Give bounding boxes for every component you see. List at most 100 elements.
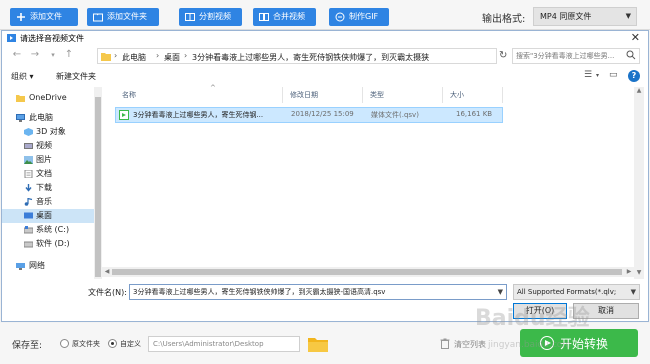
refresh-icon[interactable]: ↻	[499, 50, 507, 61]
nav-item-drive-c[interactable]: 系统 (C:)	[2, 223, 94, 237]
back-arrow-icon[interactable]: ←	[10, 48, 24, 62]
nav-item-downloads[interactable]: 下载	[2, 181, 94, 195]
folder-icon[interactable]	[308, 336, 328, 352]
nav-label: 视频	[36, 141, 52, 150]
column-header-type[interactable]: 类型	[370, 90, 384, 100]
nav-label: 下载	[36, 183, 52, 192]
open-file-dialog: 请选择音视频文件 ✕ ← → ▾ ↑ › 此电脑 › 桌面 › 3分钟看毒液上过…	[1, 30, 649, 322]
file-modified-cell: 2018/12/25 15:09	[291, 110, 354, 118]
media-file-icon	[119, 110, 129, 120]
filename-input[interactable]: 3分钟看毒液上过哪些男人，寄生死侍钢铁侠帅爆了，到灭霸太摄狭-国语高清.qsv …	[129, 284, 507, 300]
output-path-input[interactable]: C:\Users\Administrator\Desktop	[148, 336, 300, 352]
app-icon	[7, 34, 16, 42]
trash-icon[interactable]	[440, 338, 450, 349]
dialog-title: 请选择音视频文件	[20, 34, 84, 43]
view-options-icon[interactable]: ☰	[584, 70, 592, 80]
scroll-up-icon[interactable]: ▲	[634, 87, 644, 97]
breadcrumb-separator-icon: ›	[156, 51, 160, 60]
nav-label: 桌面	[36, 211, 52, 220]
output-path-value: C:\Users\Administrator\Desktop	[153, 340, 264, 348]
search-input[interactable]: 搜索"3分钟看毒液上过哪些男...	[512, 48, 640, 64]
chevron-down-icon[interactable]: ▾	[596, 72, 599, 79]
breadcrumb-desktop[interactable]: 桌面	[164, 52, 180, 63]
file-list-vertical-scrollbar[interactable]: ▲ ▼	[634, 87, 644, 279]
cloud-folder-icon	[16, 95, 25, 102]
chevron-down-icon[interactable]: ▼	[498, 285, 503, 299]
network-icon	[16, 263, 25, 270]
nav-item-documents[interactable]: 文档	[2, 167, 94, 181]
close-icon[interactable]: ✕	[631, 31, 640, 44]
nav-label: 软件 (D:)	[36, 239, 70, 248]
column-header-size[interactable]: 大小	[450, 90, 464, 100]
nav-item-pictures[interactable]: 图片	[2, 153, 94, 167]
preview-pane-icon[interactable]: ▭	[609, 70, 618, 80]
drive-icon	[24, 226, 33, 234]
column-header-modified[interactable]: 修改日期	[290, 90, 318, 100]
nav-label: 文档	[36, 169, 52, 178]
split-video-label: 分割视频	[199, 12, 231, 21]
column-divider[interactable]	[362, 87, 363, 103]
filetype-select[interactable]: All Supported Formats(*.qlv; ▼	[513, 284, 640, 300]
scrollbar-thumb[interactable]	[95, 97, 101, 277]
scissors-icon	[185, 13, 195, 21]
breadcrumb-this-pc[interactable]: 此电脑	[122, 52, 146, 63]
column-divider[interactable]	[442, 87, 443, 103]
video-icon	[24, 143, 33, 149]
nav-item-music[interactable]: 音乐	[2, 195, 94, 209]
add-folder-button[interactable]: 添加文件夹	[87, 8, 159, 26]
forward-arrow-icon[interactable]: →	[28, 48, 42, 62]
custom-folder-label[interactable]: 自定义	[120, 339, 141, 349]
merge-video-label: 合并视频	[273, 12, 305, 21]
plus-icon	[17, 13, 25, 21]
nav-item-network[interactable]: 网络	[2, 259, 94, 273]
organize-menu[interactable]: 组织 ▾	[11, 71, 34, 82]
computer-icon	[16, 114, 25, 122]
scroll-right-icon[interactable]: ▶	[624, 267, 634, 277]
clear-list-button[interactable]: 清空列表	[454, 339, 486, 350]
scroll-left-icon[interactable]: ◀	[102, 267, 112, 277]
output-format-select[interactable]: MP4 同原文件 ▼	[533, 7, 637, 26]
make-gif-label: 制作GIF	[349, 12, 379, 21]
source-folder-label[interactable]: 原文件夹	[72, 339, 100, 349]
output-format-label: 输出格式:	[482, 14, 526, 25]
make-gif-button[interactable]: 制作GIF	[329, 8, 389, 26]
music-icon	[24, 198, 33, 206]
scrollbar-thumb[interactable]	[112, 269, 622, 275]
picture-icon	[24, 156, 33, 164]
source-folder-radio[interactable]	[60, 339, 69, 348]
column-divider[interactable]	[282, 87, 283, 103]
search-placeholder: 搜索"3分钟看毒液上过哪些男...	[516, 52, 615, 60]
new-folder-button[interactable]: 新建文件夹	[56, 71, 96, 82]
split-video-button[interactable]: 分割视频	[179, 8, 242, 26]
address-bar[interactable]: › 此电脑 › 桌面 › 3分钟看毒液上过哪些男人，寄生死侍钢铁侠帅爆了，到灭霸…	[97, 48, 497, 64]
sort-caret-icon: ^	[210, 84, 216, 92]
breadcrumb-folder[interactable]: 3分钟看毒液上过哪些男人，寄生死侍钢铁侠帅爆了，到灭霸太摄狭	[192, 52, 429, 63]
file-size-cell: 16,161 KB	[456, 110, 493, 118]
file-list-horizontal-scrollbar[interactable]: ◀ ▶	[102, 267, 634, 277]
watermark-url: jingyan.baidu.com	[488, 340, 572, 350]
scroll-down-icon[interactable]: ▼	[634, 269, 644, 279]
navigation-pane: OneDrive 此电脑 3D 对象 视频 图片 文档 下载 音乐 桌面 系统 …	[2, 87, 102, 279]
nav-item-videos[interactable]: 视频	[2, 139, 94, 153]
custom-folder-radio[interactable]	[108, 339, 117, 348]
nav-item-this-pc[interactable]: 此电脑	[2, 111, 94, 125]
help-icon[interactable]: ?	[628, 70, 640, 82]
nav-item-desktop[interactable]: 桌面	[2, 209, 94, 223]
merge-video-button[interactable]: 合并视频	[253, 8, 316, 26]
column-header-name[interactable]: 名称	[122, 90, 136, 100]
nav-item-drive-d[interactable]: 软件 (D:)	[2, 237, 94, 251]
file-type-cell: 媒体文件(.qsv)	[371, 111, 419, 119]
recent-locations-icon[interactable]: ▾	[46, 48, 60, 62]
folder-icon	[101, 53, 111, 61]
save-to-label: 保存至:	[12, 341, 43, 351]
nav-label: 3D 对象	[36, 127, 66, 136]
nav-item-3d-objects[interactable]: 3D 对象	[2, 125, 94, 139]
up-arrow-icon[interactable]: ↑	[62, 48, 76, 62]
column-divider[interactable]	[502, 87, 503, 103]
chevron-down-icon[interactable]: ▼	[631, 285, 636, 299]
nav-pane-scrollbar[interactable]	[94, 87, 102, 279]
dialog-titlebar: 请选择音视频文件 ✕	[2, 31, 648, 45]
table-row[interactable]: 3分钟看毒液上过哪些男人，寄生死侍钢... 2018/12/25 15:09 媒…	[115, 107, 503, 123]
nav-item-onedrive[interactable]: OneDrive	[2, 91, 94, 105]
add-file-button[interactable]: 添加文件	[10, 8, 78, 26]
